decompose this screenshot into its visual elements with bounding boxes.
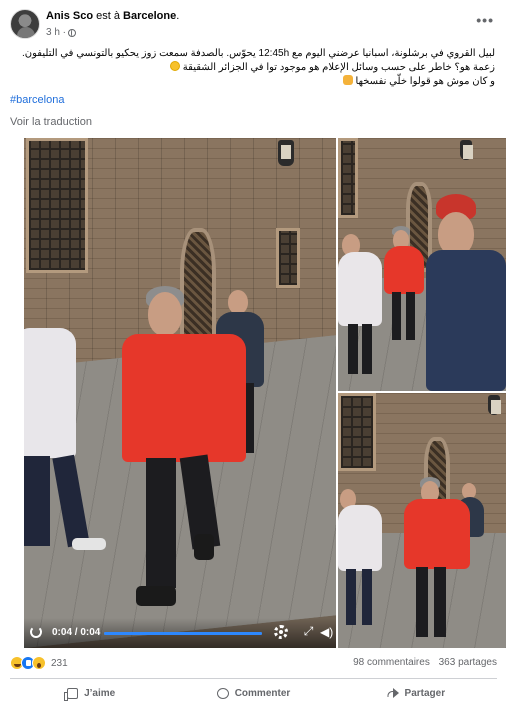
comment-label: Commenter [234,687,291,699]
video-progress-bar[interactable] [104,632,262,635]
post-text-line: لبيل القروي في برشلونة، اسبانيا عرضني ال… [22,48,495,59]
post-text: لبيل القروي في برشلونة، اسبانيا عرضني ال… [10,47,495,89]
gear-icon[interactable] [274,625,288,639]
more-options-icon[interactable]: ••• [476,12,494,28]
laughing-emoji-icon [170,61,180,71]
post-actions: J’aime Commenter Partager [10,682,497,704]
video-time: 0:04 / 0:04 [52,627,101,638]
hashtag-link[interactable]: #barcelona [10,94,64,106]
shares-count-link[interactable]: 363 partages [439,657,497,668]
share-button[interactable]: Partager [335,682,497,704]
post-text-line: زعمة هو؟ خاطر على حسب وسائل الإعلام هو م… [10,61,495,75]
comment-bubble-icon [216,687,229,699]
street-lamp [278,140,294,166]
divider [10,678,497,679]
reactions-summary[interactable]: 231 [10,656,68,670]
video-controls: 0:04 / 0:04 ⤢ ◀) [24,618,336,648]
comment-share-counts: 98 commentaires 363 partages [347,657,497,668]
ok-hand-emoji-icon [342,75,353,85]
wow-reaction-icon [32,656,46,670]
photo-bottom-right[interactable] [338,393,506,648]
share-label: Partager [404,687,446,699]
see-translation-link[interactable]: Voir la traduction [10,116,92,128]
share-arrow-icon [387,688,399,698]
like-button[interactable]: J’aime [10,682,172,704]
author-suffix: est à [93,10,124,22]
volume-icon[interactable]: ◀) [320,625,334,639]
media-grid: 0:04 / 0:04 ⤢ ◀) [24,138,506,648]
barred-window [26,138,88,273]
post-text-line: و كان موش هو قولوا خلّي نفسخها [10,75,495,89]
video-progress-fill [104,632,262,635]
photo-top-right[interactable] [338,138,506,391]
post-time[interactable]: 3 h · [46,27,66,38]
post-header: Anis Sco est à Barcelone. 3 h · ••• [10,8,500,42]
reaction-count: 231 [51,657,68,669]
comment-button[interactable]: Commenter [172,682,334,704]
comments-count-link[interactable]: 98 commentaires [353,657,430,668]
author-name[interactable]: Anis Sco [46,10,93,22]
location-end: . [176,10,180,22]
barred-window [276,228,300,288]
globe-icon [68,28,77,37]
like-label: J’aime [84,687,116,699]
author-avatar[interactable] [10,9,40,39]
video-main[interactable]: 0:04 / 0:04 ⤢ ◀) [24,138,336,648]
author-line: Anis Sco est à Barcelone. [46,10,179,22]
fullscreen-icon[interactable]: ⤢ [302,625,315,638]
location-link[interactable]: Barcelone [123,10,176,22]
post-meta: 3 h · [46,27,77,38]
thumbs-up-icon [64,687,79,701]
engagement-stats: 231 98 commentaires 363 partages [10,656,497,672]
replay-icon[interactable] [30,626,42,638]
